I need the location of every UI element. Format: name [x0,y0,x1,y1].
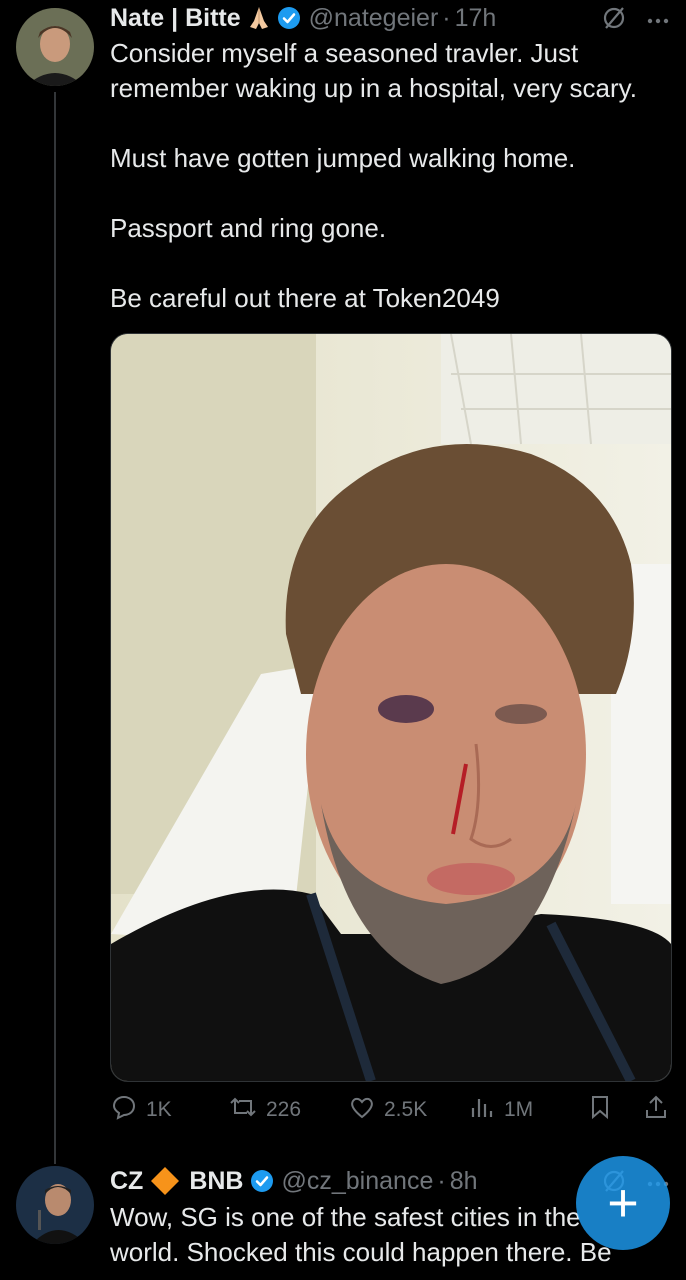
plus-icon: + [607,1173,639,1233]
views-count: 1M [504,1098,534,1121]
grok-icon[interactable] [600,4,628,37]
tweet-line: world. Shocked this could happen there. … [110,1237,612,1267]
more-icon[interactable] [646,12,670,30]
views-button[interactable]: 1M [468,1092,533,1128]
like-count: 2.5K [384,1098,428,1121]
reply-count: 1K [146,1098,172,1121]
tweet-photo[interactable] [110,333,672,1082]
tweet-header: CZ BNB @cz_binance · 8h [110,1165,478,1197]
avatar[interactable] [16,1166,94,1244]
repost-icon [228,1093,258,1127]
tweet-top-icons [600,4,670,37]
separator-dot: · [437,1166,446,1195]
tweet-text: Consider myself a seasoned travler. Just… [110,36,670,351]
verified-badge-icon[interactable] [250,1169,274,1193]
reply-icon [110,1093,138,1127]
thread-connector-line [54,92,56,1164]
tweet-header: Nate | Bitte @nategeier · 17h [110,2,496,34]
bookmark-button[interactable] [586,1092,614,1128]
share-button[interactable] [642,1092,670,1128]
user-handle[interactable]: @cz_binance [282,1167,434,1196]
verified-badge-icon[interactable] [277,6,301,30]
orange-diamond-icon [149,1165,181,1197]
repost-button[interactable]: 226 [228,1092,301,1128]
tweet-paragraph: Consider myself a seasoned travler. Just… [110,38,637,103]
bookmark-icon [586,1093,614,1127]
tweet-paragraph: Be careful out there at Token2049 [110,283,500,313]
reply-button[interactable]: 1K [110,1092,172,1128]
user-handle[interactable]: @nategeier [309,4,439,33]
tweet-paragraph: Passport and ring gone. [110,213,387,243]
separator-dot: · [442,3,451,32]
like-button[interactable]: 2.5K [348,1092,427,1128]
like-icon [348,1093,376,1127]
tweet-actions: 1K 226 2.5K 1M [110,1092,670,1128]
timestamp[interactable]: 8h [450,1167,478,1196]
share-icon [642,1093,670,1127]
display-name-part2[interactable]: BNB [189,1167,243,1196]
avatar[interactable] [16,8,94,86]
display-name-part1[interactable]: CZ [110,1167,143,1196]
views-icon [468,1093,496,1127]
compose-post-button[interactable]: + [576,1156,670,1250]
folded-hands-emoji-icon [247,5,271,31]
repost-count: 226 [266,1098,302,1121]
tweet-paragraph: Must have gotten jumped walking home. [110,143,576,173]
display-name[interactable]: Nate | Bitte [110,4,241,33]
timestamp[interactable]: 17h [455,4,497,33]
